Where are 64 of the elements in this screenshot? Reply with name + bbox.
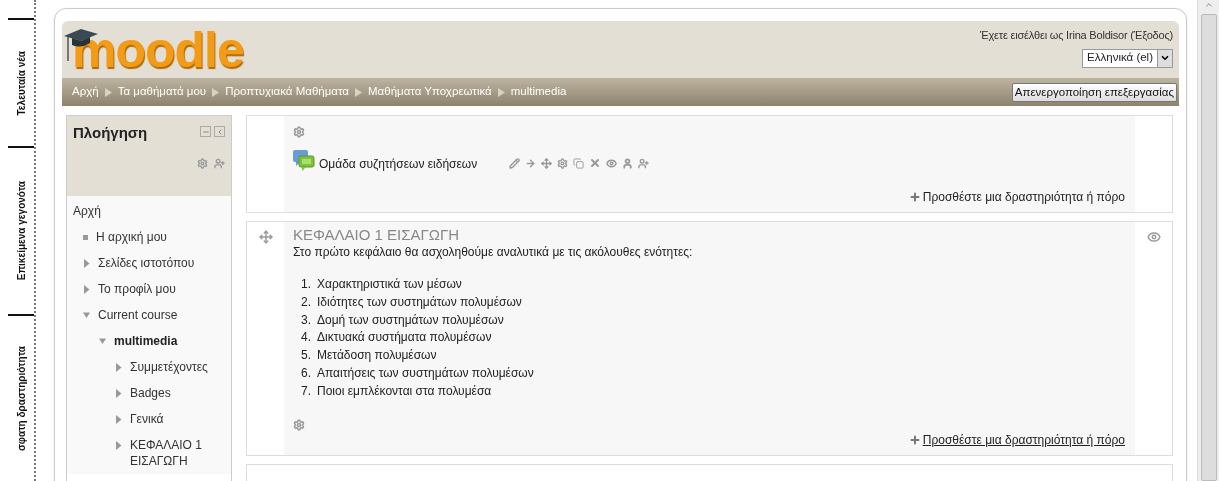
scrollbar[interactable]	[1197, 0, 1219, 481]
section-summary: Στο πρώτο κεφάλαιο θα ασχοληθούμε αναλυτικά με τις ακόλουθες ενότητες:	[293, 244, 694, 260]
settings-icon[interactable]	[557, 157, 568, 169]
settings-icon[interactable]	[293, 418, 305, 431]
nav-item[interactable]: Η αρχική μου	[96, 229, 167, 245]
nav-item[interactable]: Αρχή	[73, 203, 101, 219]
user-plus-icon[interactable]	[638, 157, 649, 169]
edit-icon[interactable]	[509, 157, 520, 169]
login-info: Έχετε εισέλθει ως Irina Boldisor (Έξοδος)	[980, 28, 1173, 43]
list-number: 4.	[301, 330, 311, 345]
side-tab[interactable]: Τελευταία νέα	[8, 18, 34, 147]
edit-mode-button[interactable]: Απενεργοποίηση επεξεργασίας	[1011, 82, 1177, 102]
add-icon	[908, 433, 921, 446]
add-activity-link[interactable]: Προσθέστε μια δραστηριότητα ή πόρο	[922, 430, 1125, 449]
list-number: 1.	[301, 277, 311, 291]
language-select[interactable]: Ελληνικά (el)	[1082, 48, 1173, 68]
duplicate-icon[interactable]	[573, 157, 584, 169]
user-icon[interactable]	[622, 157, 633, 169]
section-title: ΚΕΦΑΛΑΙΟ 1 ΕΙΣΑΓΩΓΗ	[293, 225, 461, 244]
nav-item[interactable]: Current course	[98, 307, 178, 323]
list-item: Απαιτήσεις των συστημάτων πολυμέσων	[317, 365, 534, 382]
list-item: Χαρακτηριστικά των μέσων	[317, 276, 462, 293]
nav-item[interactable]: multimedia	[114, 333, 178, 349]
list-number: 2.	[301, 294, 311, 309]
activity-link[interactable]: Ομάδα συζητήσεων ειδήσεων	[319, 149, 489, 173]
dropdown-icon	[1160, 53, 1170, 63]
user-plus-icon[interactable]	[214, 157, 225, 169]
collapse-icon[interactable]	[200, 126, 211, 137]
list-item: Μετάδοση πολυμέσων	[317, 347, 437, 365]
nav-item[interactable]: ΚΕΦΑΛΑΙΟ 1 ΕΙΣΑΓΩΓΗ	[130, 437, 231, 469]
separator-arrow-icon	[212, 87, 220, 97]
separator-arrow-icon	[497, 87, 505, 97]
list-number: 7.	[301, 383, 311, 398]
nav-item[interactable]: Συμμετέχοντες	[130, 359, 208, 375]
nav-item[interactable]: Badges	[130, 385, 171, 401]
separator-arrow-icon	[355, 87, 362, 97]
eye-icon[interactable]	[606, 157, 617, 169]
nav-item[interactable]: Σελίδες ιστοτόπου	[98, 255, 195, 271]
list-item: Δικτυακά συστήματα πολυμέσων	[317, 329, 492, 347]
move-icon[interactable]	[541, 157, 552, 169]
list-item: Ποιοι εμπλέκονται στα πολυμέσα	[317, 382, 492, 400]
side-tab[interactable]: Επικείμενα γεγονότα	[8, 146, 34, 314]
delete-icon[interactable]	[589, 157, 601, 169]
add-icon	[908, 191, 921, 203]
list-number: 5.	[301, 348, 311, 363]
list-item: Δομή των συστημάτων πολυμέσων	[317, 311, 504, 329]
eye-icon[interactable]	[1146, 230, 1161, 244]
list-item: Ιδιότητες των συστημάτων πολυμέσων	[317, 293, 522, 311]
block-title: Πλοήγηση	[73, 123, 148, 143]
chat-bubbles-icon	[293, 150, 315, 172]
add-activity-link[interactable]: Προσθέστε μια δραστηριότητα ή πόρο	[922, 188, 1125, 206]
move-icon[interactable]	[258, 230, 273, 244]
scroll-up-icon[interactable]	[1203, 0, 1214, 10]
dock-icon[interactable]	[214, 126, 225, 137]
separator-arrow-icon	[104, 87, 112, 97]
nav-item[interactable]: Το προφίλ μου	[98, 281, 176, 297]
settings-icon[interactable]	[197, 157, 208, 169]
list-number: 3.	[301, 312, 311, 327]
nav-item[interactable]: Γενικά	[130, 411, 164, 427]
settings-icon[interactable]	[293, 126, 305, 138]
indent-icon[interactable]	[525, 157, 536, 169]
bullet-icon	[83, 234, 88, 240]
side-tab[interactable]: σφατη δραστηριότητα	[8, 313, 34, 481]
list-number: 6.	[301, 366, 311, 380]
